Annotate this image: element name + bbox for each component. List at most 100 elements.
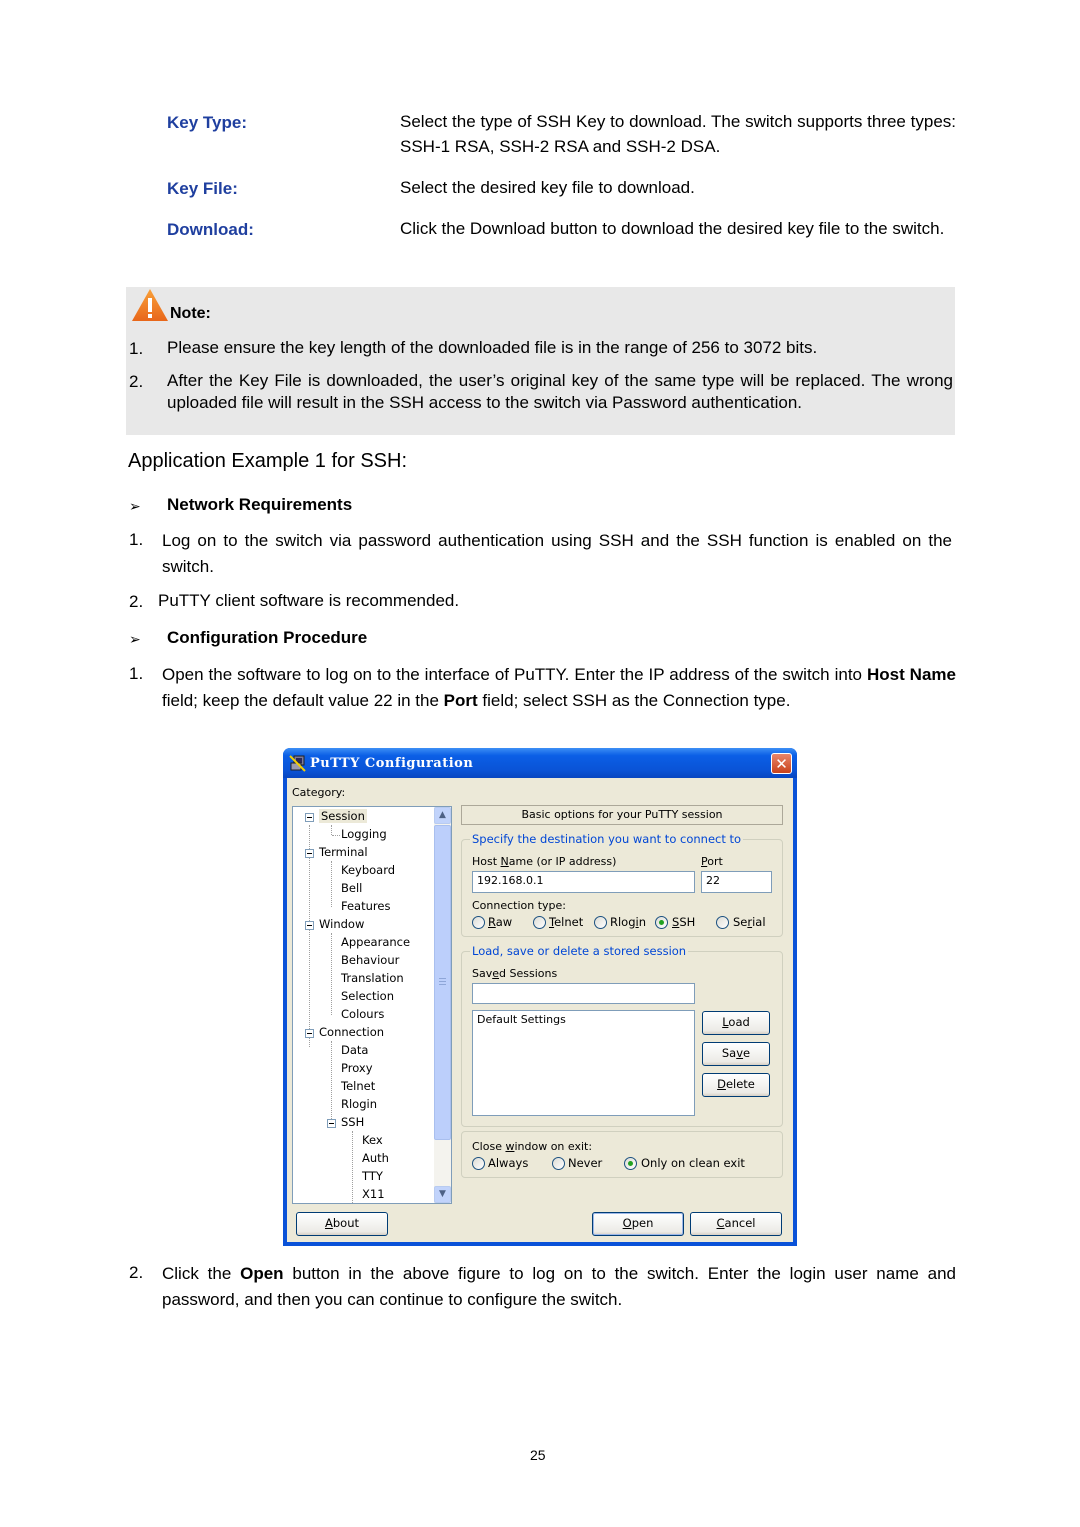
label-text: e <box>743 1046 751 1060</box>
tree-line <box>331 933 332 1015</box>
tree-item-appearance[interactable]: Appearance <box>341 935 410 949</box>
open-button[interactable]: Open <box>592 1212 684 1236</box>
text-run-bold: Host Name <box>866 665 956 684</box>
label-text: ort <box>707 855 723 868</box>
radio-label-ssh[interactable]: SSH <box>672 915 695 929</box>
tree-item-terminal[interactable]: Terminal <box>319 845 368 859</box>
session-banner: Basic options for your PuTTY session <box>461 805 783 825</box>
label-text: aw <box>495 915 513 929</box>
label-text: elnet <box>554 915 584 929</box>
radio-label-serial[interactable]: Serial <box>733 915 766 929</box>
note-item: Please ensure the key length of the down… <box>167 338 818 357</box>
radio-label-raw[interactable]: Raw <box>488 915 512 929</box>
tree-item-connection[interactable]: Connection <box>319 1025 384 1039</box>
collapse-icon[interactable] <box>305 813 314 822</box>
radio-serial[interactable] <box>716 916 729 929</box>
tree-item-logging[interactable]: Logging <box>341 827 387 841</box>
tree-item-session[interactable]: Session <box>319 809 367 823</box>
scroll-down-button[interactable]: ▼ <box>434 1186 451 1203</box>
tree-item-keyboard[interactable]: Keyboard <box>341 863 395 877</box>
tree-item-telnet[interactable]: Telnet <box>341 1079 375 1093</box>
tree-item-window[interactable]: Window <box>319 917 364 931</box>
about-button[interactable]: About <box>296 1212 388 1236</box>
tree-line <box>331 861 332 907</box>
category-label: Category: <box>292 786 346 799</box>
text-run: field; select SSH as the Connection type… <box>477 691 791 710</box>
tree-item-rlogin[interactable]: Rlogin <box>341 1097 377 1111</box>
note-item-number: 2. <box>129 372 144 391</box>
tree-item-kex[interactable]: Kex <box>362 1133 383 1147</box>
saved-sessions-input[interactable] <box>472 983 695 1004</box>
radio-label-never[interactable]: Never <box>568 1156 602 1170</box>
term-key-file: Key File: <box>167 179 238 198</box>
chevron-down-icon: ▼ <box>439 1189 446 1199</box>
tree-item-x11[interactable]: X11 <box>362 1187 385 1201</box>
radio-raw[interactable] <box>472 916 485 929</box>
radio-telnet[interactable] <box>533 916 546 929</box>
title-bar[interactable]: PuTTY Configuration ✕ <box>283 748 797 778</box>
note-title: Note: <box>170 305 211 322</box>
host-name-label: Host Name (or IP address) <box>472 855 616 868</box>
tree-item-auth[interactable]: Auth <box>362 1151 389 1165</box>
arrow-bullet-icon: ➢ <box>129 498 141 514</box>
stored-session-group-title: Load, save or delete a stored session <box>470 944 689 958</box>
label-text: Close <box>472 1140 506 1153</box>
radio-only-on-clean-exit[interactable] <box>624 1157 637 1170</box>
putty-app-icon <box>289 755 306 772</box>
note-item-number: 1. <box>129 339 144 358</box>
radio-label-telnet[interactable]: Telnet <box>549 915 583 929</box>
save-button[interactable]: Save <box>702 1042 770 1066</box>
tree-item-selection[interactable]: Selection <box>341 989 394 1003</box>
collapse-icon[interactable] <box>305 921 314 930</box>
tree-item-ssh[interactable]: SSH <box>341 1115 364 1129</box>
tree-item-translation[interactable]: Translation <box>341 971 404 985</box>
port-input[interactable]: 22 <box>701 871 772 893</box>
collapse-icon[interactable] <box>305 849 314 858</box>
label-text: Host <box>472 855 501 868</box>
tree-scrollbar[interactable]: ▲ ▼ <box>434 807 451 1203</box>
tree-item-colours[interactable]: Colours <box>341 1007 384 1021</box>
tree-item-proxy[interactable]: Proxy <box>341 1061 373 1075</box>
radio-label-always[interactable]: Always <box>488 1156 528 1170</box>
sessions-list[interactable]: Default Settings <box>472 1010 695 1116</box>
tree-item-tty[interactable]: TTY <box>362 1169 383 1183</box>
host-name-input[interactable]: 192.168.0.1 <box>472 871 695 893</box>
label-mnemonic: N <box>500 855 509 868</box>
label-mnemonic: C <box>716 1216 725 1230</box>
tree-item-data[interactable]: Data <box>341 1043 368 1057</box>
tree-item-behaviour[interactable]: Behaviour <box>341 953 399 967</box>
list-item-number: 1. <box>129 530 144 549</box>
collapse-icon[interactable] <box>327 1119 336 1128</box>
page-number: 25 <box>530 1447 546 1463</box>
collapse-icon[interactable] <box>305 1029 314 1038</box>
cancel-button[interactable]: Cancel <box>690 1212 782 1236</box>
radio-never[interactable] <box>552 1157 565 1170</box>
delete-button[interactable]: Delete <box>702 1073 770 1097</box>
radio-rlogin[interactable] <box>594 916 607 929</box>
list-item: PuTTY client software is recommended. <box>158 591 460 610</box>
label-mnemonic: R <box>488 915 496 929</box>
radio-ssh[interactable] <box>655 916 668 929</box>
scroll-up-button[interactable]: ▲ <box>434 807 451 824</box>
close-button[interactable]: ✕ <box>771 753 792 774</box>
scrollbar-thumb[interactable] <box>434 825 451 1140</box>
radio-always[interactable] <box>472 1157 485 1170</box>
radio-label-only-on-clean-exit[interactable]: Only on clean exit <box>641 1156 745 1170</box>
label-mnemonic: e <box>492 967 500 980</box>
note-item: After the Key File is downloaded, the us… <box>167 371 953 412</box>
label-text: ial <box>752 915 766 929</box>
label-text: Sav <box>472 967 493 980</box>
tree-line <box>331 1041 332 1123</box>
tree-item-bell[interactable]: Bell <box>341 881 362 895</box>
category-tree[interactable]: Session Logging Terminal Keyboard Bell F… <box>292 806 452 1204</box>
text-run-bold: Port <box>443 691 478 710</box>
tree-item-features[interactable]: Features <box>341 899 390 913</box>
saved-sessions-label: Saved Sessions <box>472 967 557 980</box>
list-item: Log on to the switch via password authen… <box>158 528 952 580</box>
close-window-group <box>461 1131 783 1178</box>
label-text: n <box>638 915 647 929</box>
sessions-list-item[interactable]: Default Settings <box>477 1013 690 1026</box>
load-button[interactable]: Load <box>702 1011 770 1035</box>
list-item-number: 1. <box>129 664 144 683</box>
radio-label-rlogin[interactable]: Rlogin <box>610 915 646 929</box>
